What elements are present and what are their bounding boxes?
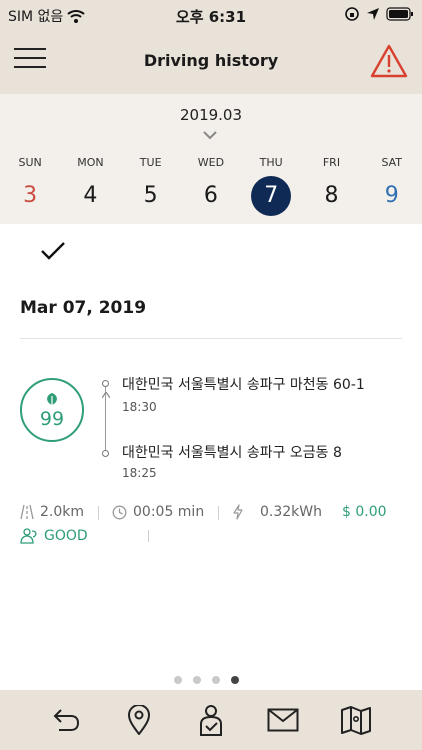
trip-stats: 2.0km 00:05 min 0.32kWh $ 0.00 (20, 504, 402, 524)
checkmark-icon[interactable] (40, 240, 66, 262)
navigation-bar: Driving history (0, 30, 422, 94)
page-dot[interactable] (212, 676, 220, 684)
week-calendar: 2019.03 SUN 3 MON 4 TUE 5 WED 6 THU 7 FR… (0, 94, 422, 224)
duration-value: 00:05 min (133, 504, 205, 520)
tab-driver[interactable] (191, 700, 231, 740)
chevron-down-icon[interactable] (203, 130, 217, 140)
alert-button[interactable] (370, 44, 408, 80)
page-dot[interactable] (174, 676, 182, 684)
day-name: TUE (139, 156, 162, 169)
route-dot-end (102, 380, 109, 387)
day-name: MON (77, 156, 104, 169)
day-tuesday[interactable]: TUE 5 (121, 156, 181, 216)
rotation-lock-icon (345, 7, 359, 21)
day-name: SUN (18, 156, 42, 169)
return-arrow-icon (53, 709, 80, 731)
road-icon (20, 504, 34, 520)
location-arrow-icon (367, 8, 379, 20)
eco-rating-label: GOOD (44, 528, 88, 544)
energy-value: 0.32kWh (260, 504, 322, 520)
map-icon (340, 706, 371, 735)
eco-score-badge[interactable]: 99 (20, 378, 84, 442)
page-dot[interactable] (193, 676, 201, 684)
page-indicator (174, 676, 239, 684)
leaf-icon (47, 393, 57, 405)
day-name: FRI (322, 156, 341, 169)
day-name: SAT (381, 156, 403, 169)
cost-value: $ 0.00 (342, 504, 387, 520)
day-name: THU (259, 156, 283, 169)
hamburger-icon (14, 48, 46, 50)
clock-icon (112, 505, 127, 519)
warning-icon (370, 44, 408, 78)
trip-date-heading: Mar 07, 2019 (20, 298, 147, 318)
tab-map[interactable] (336, 700, 376, 740)
divider (218, 506, 219, 520)
day-thursday-selected[interactable]: THU 7 (241, 156, 301, 216)
tab-location[interactable] (119, 700, 159, 740)
route-dot-start (102, 450, 109, 457)
day-number: 4 (83, 183, 98, 208)
month-label[interactable]: 2019.03 (0, 106, 422, 124)
distance-value: 2.0km (40, 504, 85, 520)
divider (148, 530, 149, 542)
day-monday[interactable]: MON 4 (60, 156, 120, 216)
battery-icon (386, 7, 413, 21)
day-number: 5 (143, 183, 158, 208)
page-title: Driving history (143, 51, 279, 70)
tab-messages[interactable] (263, 700, 303, 740)
status-bar: SIM 없음 오후 6:31 (0, 0, 422, 30)
day-number: 9 (384, 183, 399, 208)
day-number: 3 (23, 183, 38, 208)
eco-score-value: 99 (39, 408, 65, 430)
day-name: WED (197, 156, 225, 169)
origin-address: 대한민국 서울특별시 송파구 오금동 8 (122, 445, 342, 461)
lightning-icon (233, 504, 243, 520)
day-saturday[interactable]: SAT 9 (362, 156, 422, 216)
destination-time: 18:30 (122, 400, 157, 414)
divider (98, 506, 99, 520)
mail-icon (267, 708, 299, 732)
route-summary[interactable]: 대한민국 서울특별시 송파구 마천동 60-1 18:30 대한민국 서울특별시… (100, 374, 400, 484)
tab-back[interactable] (46, 700, 86, 740)
day-number: 6 (203, 183, 218, 208)
day-number: 7 (251, 176, 292, 216)
day-number: 8 (324, 183, 339, 208)
eco-rating: GOOD (20, 526, 88, 546)
day-friday[interactable]: FRI 8 (301, 156, 361, 216)
map-pin-icon (127, 705, 150, 735)
page-dot-active[interactable] (231, 676, 239, 684)
tab-bar (0, 690, 422, 750)
driver-check-icon (199, 705, 222, 736)
week-days: SUN 3 MON 4 TUE 5 WED 6 THU 7 FRI 8 SAT … (0, 156, 422, 216)
day-wednesday[interactable]: WED 6 (181, 156, 241, 216)
origin-time: 18:25 (122, 466, 157, 480)
divider (20, 338, 402, 339)
destination-address: 대한민국 서울특별시 송파구 마천동 60-1 (122, 377, 365, 393)
eco-driver-icon (20, 528, 37, 544)
arrow-up-icon (102, 392, 110, 398)
day-sunday[interactable]: SUN 3 (0, 156, 60, 216)
